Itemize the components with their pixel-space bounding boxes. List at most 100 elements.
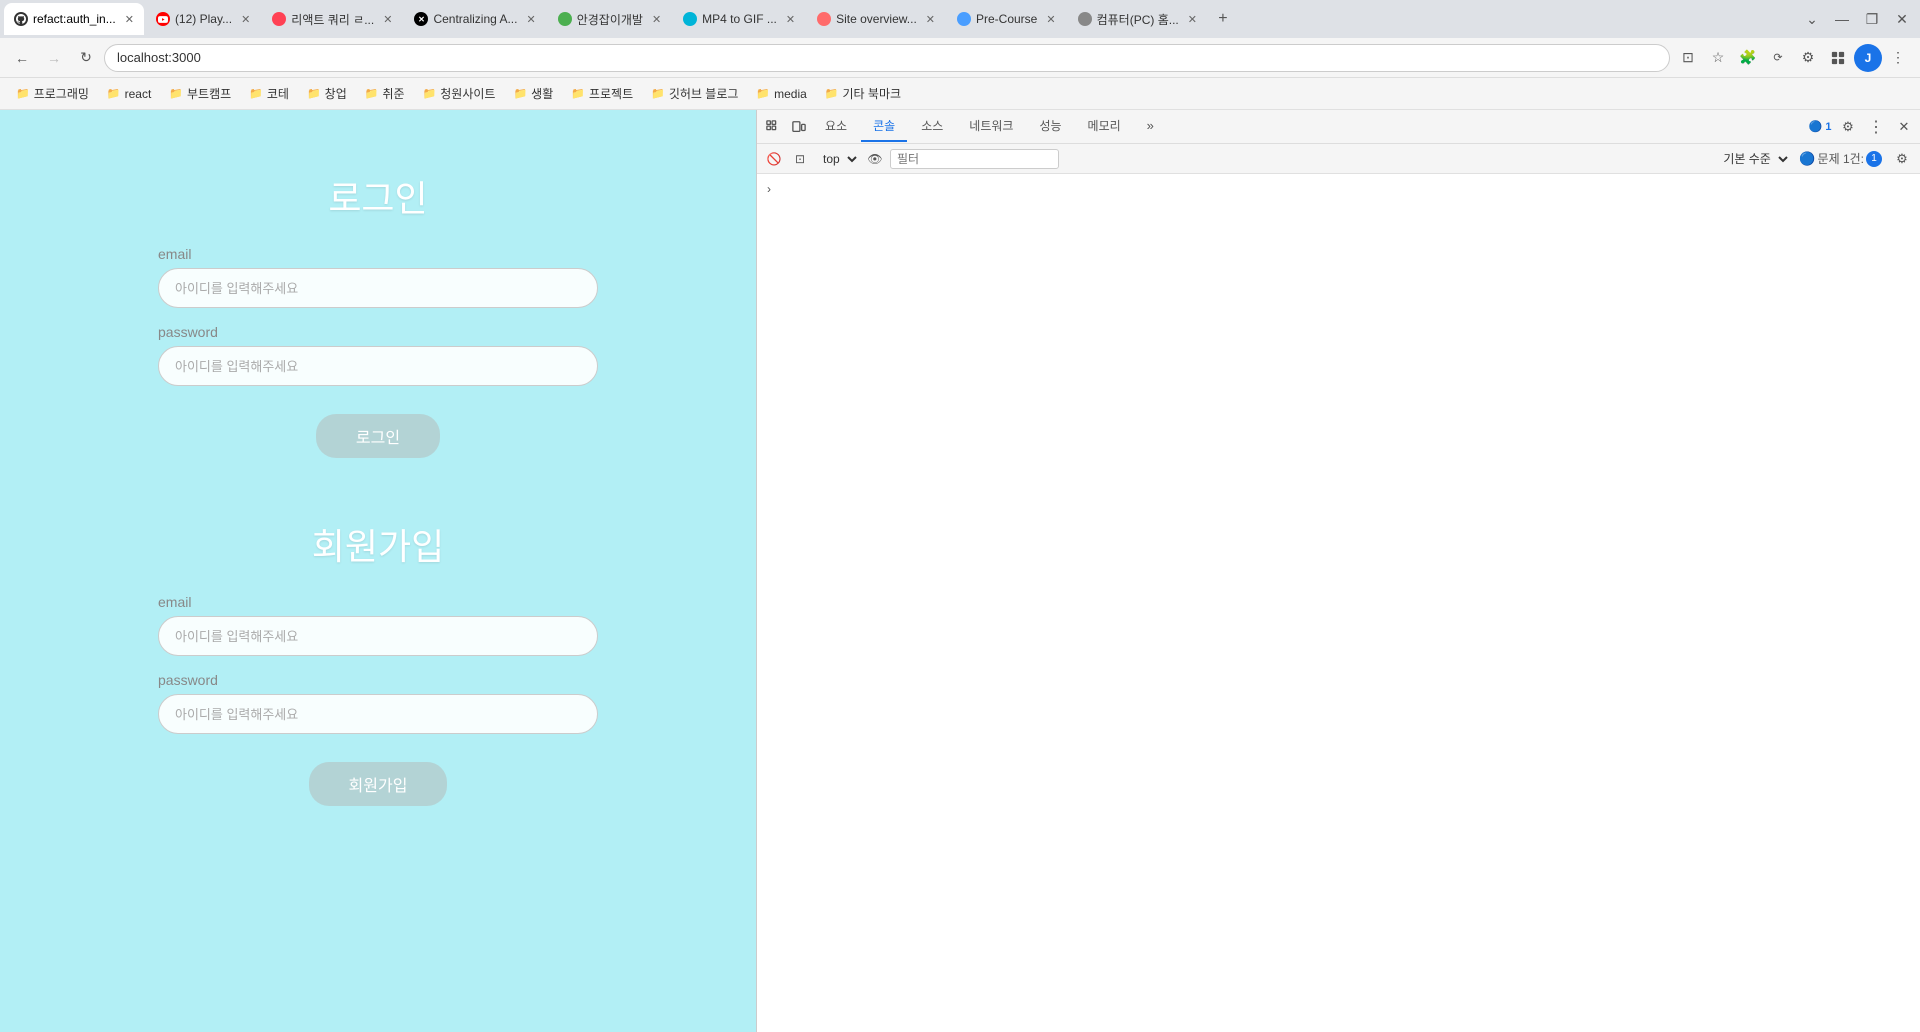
minimize-button[interactable]: — [1828,5,1856,33]
tab-pre[interactable]: Pre-Course ✕ [947,3,1066,35]
tab-refact-label: refact:auth_in... [33,12,116,26]
tab-cent[interactable]: ✕ Centralizing A... ✕ [404,3,545,35]
devtools-tab-network[interactable]: 네트워크 [957,111,1025,142]
bookmark-bootcamp[interactable]: 📁 부트캠프 [161,82,239,105]
tab-site[interactable]: Site overview... ✕ [807,3,945,35]
devtools-device-icon[interactable] [787,115,811,139]
tab-site-close[interactable]: ✕ [926,13,935,26]
tab-cent-close[interactable]: ✕ [526,13,535,26]
tab-pc[interactable]: 컴퓨터(PC) 홈... ✕ [1068,3,1207,35]
bookmark-startup[interactable]: 📁 창업 [299,82,355,105]
console-filter-input[interactable] [890,149,1059,169]
bookmark-petition[interactable]: 📁 청원사이트 [415,82,504,105]
folder-icon: 📁 [365,87,379,100]
profile-button[interactable]: J [1854,44,1882,72]
devtools-tab-sources[interactable]: 소스 [909,111,955,142]
tab-bar: refact:auth_in... ✕ (12) Play... ✕ 리액트 쿼… [0,0,1920,38]
folder-icon: 📁 [571,87,585,100]
browser-ext1[interactable] [1824,44,1852,72]
main-layout: 로그인 email password 로그인 회원가입 email passwo… [0,110,1920,1032]
tab-mp4[interactable]: MP4 to GIF ... ✕ [673,3,805,35]
webpage: 로그인 email password 로그인 회원가입 email passwo… [0,110,756,1032]
settings-icon[interactable]: ⚙ [1794,44,1822,72]
tab-pre-close[interactable]: ✕ [1046,13,1055,26]
bookmark-github-blog[interactable]: 📁 깃허브 블로그 [643,82,746,105]
issue-label: 문제 1건: [1818,150,1864,167]
devtools-close-icon[interactable]: ✕ [1892,115,1916,139]
login-password-group: password [158,324,598,386]
tab-pc-close[interactable]: ✕ [1188,13,1197,26]
login-email-input[interactable] [158,268,598,308]
folder-icon: 📁 [756,87,770,100]
signup-section: 회원가입 email password 회원가입 [158,518,598,806]
cast-icon[interactable]: ⊡ [1674,44,1702,72]
tab-env-label: 안경잡이개발 [577,11,643,28]
devtools-tab-more[interactable]: » [1135,112,1166,141]
tab-query-label: 리액트 쿼리 ㄹ... [291,11,374,28]
back-button[interactable]: ← [8,44,36,72]
history-icon[interactable]: ⟳ [1764,44,1792,72]
console-context-icon[interactable]: ⊡ [789,148,811,170]
tab-refact[interactable]: refact:auth_in... ✕ [4,3,144,35]
devtools-settings-icon[interactable]: ⚙ [1836,115,1860,139]
folder-icon: 📁 [513,87,527,100]
tab-mp4-label: MP4 to GIF ... [702,12,777,26]
devtools-tab-console[interactable]: 콘솔 [861,111,907,142]
bookmark-project[interactable]: 📁 프로젝트 [563,82,641,105]
devtools-more-icon[interactable]: ⋮ [1864,115,1888,139]
browser-chrome: refact:auth_in... ✕ (12) Play... ✕ 리액트 쿼… [0,0,1920,110]
browser-toolbar: ← → ↻ localhost:3000 ⊡ ☆ 🧩 ⟳ ⚙ J ⋮ [0,38,1920,78]
bookmark-programming[interactable]: 📁 프로그래밍 [8,82,97,105]
login-button[interactable]: 로그인 [316,414,440,458]
tab-env[interactable]: 안경잡이개발 ✕ [548,3,671,35]
address-bar[interactable]: localhost:3000 [104,44,1670,72]
folder-icon: 📁 [307,87,321,100]
forward-button[interactable]: → [40,44,68,72]
reload-button[interactable]: ↻ [72,44,100,72]
tab-yt[interactable]: (12) Play... ✕ [146,3,260,35]
console-issue-count: 🔵 문제 1건: 1 [1799,150,1882,167]
tab-query[interactable]: 리액트 쿼리 ㄹ... ✕ [262,3,402,35]
signup-email-input[interactable] [158,616,598,656]
tab-yt-label: (12) Play... [175,12,232,26]
bookmarks-bar: 📁 프로그래밍 📁 react 📁 부트캠프 📁 코테 📁 창업 📁 취준 📁 … [0,78,1920,110]
tab-yt-close[interactable]: ✕ [241,13,250,26]
tab-mp4-close[interactable]: ✕ [786,13,795,26]
extension-icon[interactable]: 🧩 [1734,44,1762,72]
devtools-header: 요소 콘솔 소스 네트워크 성능 메모리 » 🔵 1 ⚙ ⋮ ✕ [757,110,1920,144]
console-clear-icon[interactable]: 🚫 [763,148,785,170]
devtools-inspect-icon[interactable] [761,115,785,139]
signup-password-input[interactable] [158,694,598,734]
login-password-input[interactable] [158,346,598,386]
bookmark-media[interactable]: 📁 media [748,84,814,104]
maximize-button[interactable]: ❐ [1858,5,1886,33]
tab-env-close[interactable]: ✕ [652,13,661,26]
bookmark-life[interactable]: 📁 생활 [505,82,561,105]
bookmark-star-icon[interactable]: ☆ [1704,44,1732,72]
bookmark-react[interactable]: 📁 react [99,84,159,104]
console-level-select[interactable]: 기본 수준 [1715,149,1791,169]
bookmark-other[interactable]: 📁 기타 북마크 [817,82,909,105]
devtools-tab-memory[interactable]: 메모리 [1076,111,1133,142]
console-context-select[interactable]: top [815,149,860,169]
tab-query-close[interactable]: ✕ [383,13,392,26]
devtools-tab-elements[interactable]: 요소 [813,111,859,142]
console-settings-right-icon[interactable]: ⚙ [1890,147,1914,171]
console-eye-icon[interactable]: 👁 [864,148,886,170]
tab-refact-close[interactable]: ✕ [125,13,134,26]
bookmark-code[interactable]: 📁 코테 [241,82,297,105]
tab-list-button[interactable]: ⌄ [1798,5,1826,33]
devtools-tab-performance[interactable]: 성능 [1027,111,1073,142]
bookmark-career[interactable]: 📁 취준 [357,82,413,105]
more-button[interactable]: ⋮ [1884,44,1912,72]
devtools-issue-icon[interactable]: 🔵 1 [1808,115,1832,139]
tab-site-label: Site overview... [836,12,917,26]
tab-pc-label: 컴퓨터(PC) 홈... [1097,11,1179,28]
console-prompt-arrow: › [763,180,775,198]
close-window-button[interactable]: ✕ [1888,5,1916,33]
new-tab-button[interactable]: + [1209,5,1237,33]
signup-password-group: password [158,672,598,734]
signup-button[interactable]: 회원가입 [309,762,448,806]
tab-cent-label: Centralizing A... [433,12,517,26]
folder-icon: 📁 [825,87,839,100]
